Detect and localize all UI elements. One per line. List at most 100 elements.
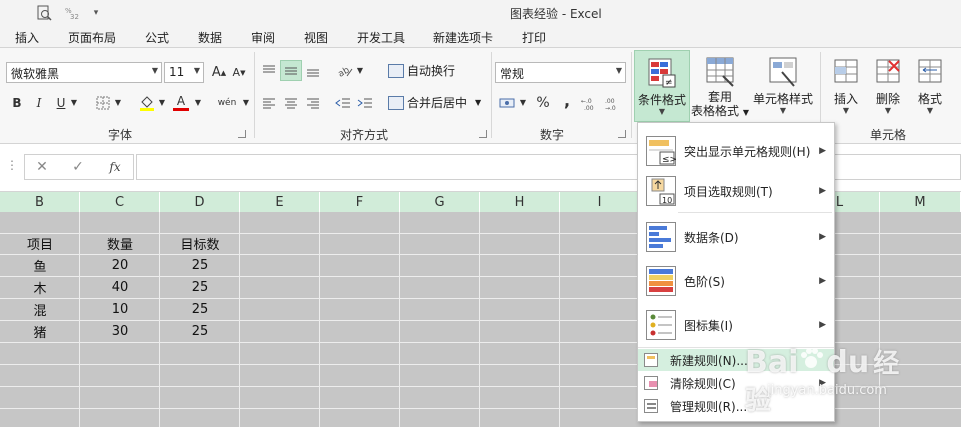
font-name-combo[interactable]: 微软雅黑 ▼ [6, 62, 162, 83]
tab-data[interactable]: 数据 [198, 29, 222, 46]
cell-d-row4[interactable]: 25 [160, 321, 240, 342]
align-middle-icon [285, 67, 297, 74]
column-header-e[interactable]: E [240, 192, 320, 212]
cell-c-header[interactable]: 数量 [80, 233, 160, 254]
menu-item-new-rule[interactable]: 新建规则(N)... [638, 349, 834, 371]
percent-button[interactable]: % [532, 92, 554, 113]
cell-c-row2[interactable]: 40 [80, 277, 160, 298]
number-dialog-launcher-icon[interactable] [618, 130, 626, 138]
enter-icon[interactable]: ✓ [69, 158, 87, 176]
bold-button[interactable]: B [6, 92, 28, 113]
cell-b-row4[interactable]: 猪 [0, 321, 80, 342]
cell-b-header[interactable]: 项目 [0, 233, 80, 254]
tab-page-layout[interactable]: 页面布局 [68, 29, 116, 46]
cell-c-row4[interactable]: 30 [80, 321, 160, 342]
column-header-g[interactable]: G [400, 192, 480, 212]
tab-new-tab[interactable]: 新建选项卡 [433, 29, 493, 46]
increase-indent-icon [357, 98, 372, 107]
align-center-button[interactable] [280, 92, 302, 113]
comma-style-button[interactable]: , [556, 90, 578, 111]
cell-b-row1[interactable]: 鱼 [0, 255, 80, 276]
fill-color-dropdown-icon[interactable]: ▼ [156, 92, 168, 113]
italic-button[interactable]: I [28, 92, 50, 113]
orientation-dropdown-icon[interactable]: ▼ [354, 60, 366, 81]
quick-access-dropdown-icon[interactable]: ▾ [86, 3, 106, 23]
chevron-down-icon: ▼ [779, 106, 787, 115]
column-header-d[interactable]: D [160, 192, 240, 212]
font-size-combo[interactable]: 11 ▼ [164, 62, 204, 83]
menu-item-data-bars[interactable]: 数据条(D) ▶ [638, 215, 834, 259]
number-format-icon[interactable]: % 32 [62, 3, 82, 23]
cell-d-header[interactable]: 目标数 [160, 233, 240, 254]
shrink-font-button[interactable]: A ▼ [228, 62, 250, 83]
alignment-dialog-launcher-icon[interactable] [479, 130, 487, 138]
format-as-table-button[interactable]: 套用 表格格式 ▼ [691, 50, 749, 122]
font-color-dropdown-icon[interactable]: ▼ [192, 92, 204, 113]
font-dialog-launcher-icon[interactable] [238, 130, 246, 138]
align-right-button[interactable] [302, 92, 324, 113]
menu-item-icon-sets[interactable]: 图标集(I) ▶ [638, 303, 834, 347]
menu-separator [638, 347, 834, 348]
increase-decimal-button[interactable]: ←.0.00 [580, 92, 602, 113]
column-header-c[interactable]: C [80, 192, 160, 212]
insert-function-button[interactable]: fx [106, 158, 124, 176]
column-header-i[interactable]: I [560, 192, 640, 212]
column-header-f[interactable]: F [320, 192, 400, 212]
font-color-button[interactable]: A [170, 92, 192, 113]
formula-input[interactable] [136, 154, 961, 180]
title-bar: % 32 ▾ 图表经验 - Excel [0, 0, 961, 26]
font-group-label: 字体 [108, 128, 133, 142]
cell-d-row1[interactable]: 25 [160, 255, 240, 276]
group-divider [254, 52, 255, 138]
tab-insert[interactable]: 插入 [15, 29, 39, 46]
tab-view[interactable]: 视图 [304, 29, 328, 46]
decrease-decimal-button[interactable]: .00 →.0 [604, 92, 626, 113]
decrease-indent-button[interactable] [332, 92, 354, 113]
cell-b-row2[interactable]: 木 [0, 277, 80, 298]
align-left-button[interactable] [258, 92, 280, 113]
cell-b-row3[interactable]: 混 [0, 299, 80, 320]
underline-dropdown-icon[interactable]: ▼ [68, 92, 80, 113]
insert-cells-button[interactable]: 插入 ▼ [826, 50, 866, 122]
accounting-dropdown-icon[interactable]: ▼ [517, 92, 529, 113]
accounting-format-button[interactable] [497, 92, 519, 113]
delete-cells-button[interactable]: 删除 ▼ [868, 50, 908, 122]
increase-indent-button[interactable] [354, 92, 376, 113]
print-preview-icon[interactable] [34, 3, 54, 23]
align-middle-button[interactable] [280, 60, 302, 81]
tab-review[interactable]: 审阅 [251, 29, 275, 46]
format-cells-button[interactable]: 格式 ▼ [910, 50, 950, 122]
conditional-formatting-button[interactable]: ≠ 条件格式 ▼ [634, 50, 690, 122]
borders-button[interactable] [92, 92, 114, 113]
menu-item-highlight-rules[interactable]: ≤> 突出显示单元格规则(H) ▶ [638, 129, 834, 173]
column-header-b[interactable]: B [0, 192, 80, 212]
cell-c-row1[interactable]: 20 [80, 255, 160, 276]
column-header-h[interactable]: H [480, 192, 560, 212]
number-format-combo[interactable]: 常规 ▼ [495, 62, 626, 83]
cell-styles-button[interactable]: 单元格样式 ▼ [752, 50, 814, 122]
phonetic-dropdown-icon[interactable]: ▼ [240, 92, 252, 113]
tab-print[interactable]: 打印 [522, 29, 546, 46]
merge-center-button[interactable]: 合并后居中 ▼ [388, 92, 481, 113]
cell-c-row3[interactable]: 10 [80, 299, 160, 320]
wrap-text-button[interactable]: 自动换行 [388, 60, 455, 81]
fill-color-button[interactable] [136, 92, 158, 113]
menu-item-top-bottom-rules[interactable]: 10 项目选取规则(T) ▶ [638, 169, 834, 213]
grow-font-button[interactable]: A ▲ [208, 62, 230, 83]
name-box-handle-icon[interactable]: ⋮ [6, 158, 18, 176]
align-bottom-button[interactable] [302, 60, 324, 81]
cell-d-row2[interactable]: 25 [160, 277, 240, 298]
cancel-icon[interactable]: ✕ [33, 158, 51, 176]
menu-item-color-scales[interactable]: 色阶(S) ▶ [638, 259, 834, 303]
menu-item-clear-rules[interactable]: 清除规则(C) ▶ [638, 372, 834, 394]
borders-dropdown-icon[interactable]: ▼ [112, 92, 124, 113]
menu-item-manage-rules[interactable]: 管理规则(R)... [638, 395, 834, 417]
tab-developer[interactable]: 开发工具 [357, 29, 405, 46]
phonetic-button[interactable]: wén [214, 92, 240, 113]
align-top-button[interactable] [258, 60, 280, 81]
orientation-button[interactable]: ab [334, 60, 356, 81]
cell-d-row3[interactable]: 25 [160, 299, 240, 320]
submenu-arrow-icon: ▶ [819, 378, 826, 388]
tab-formulas[interactable]: 公式 [145, 29, 169, 46]
column-header-m[interactable]: M [880, 192, 961, 212]
